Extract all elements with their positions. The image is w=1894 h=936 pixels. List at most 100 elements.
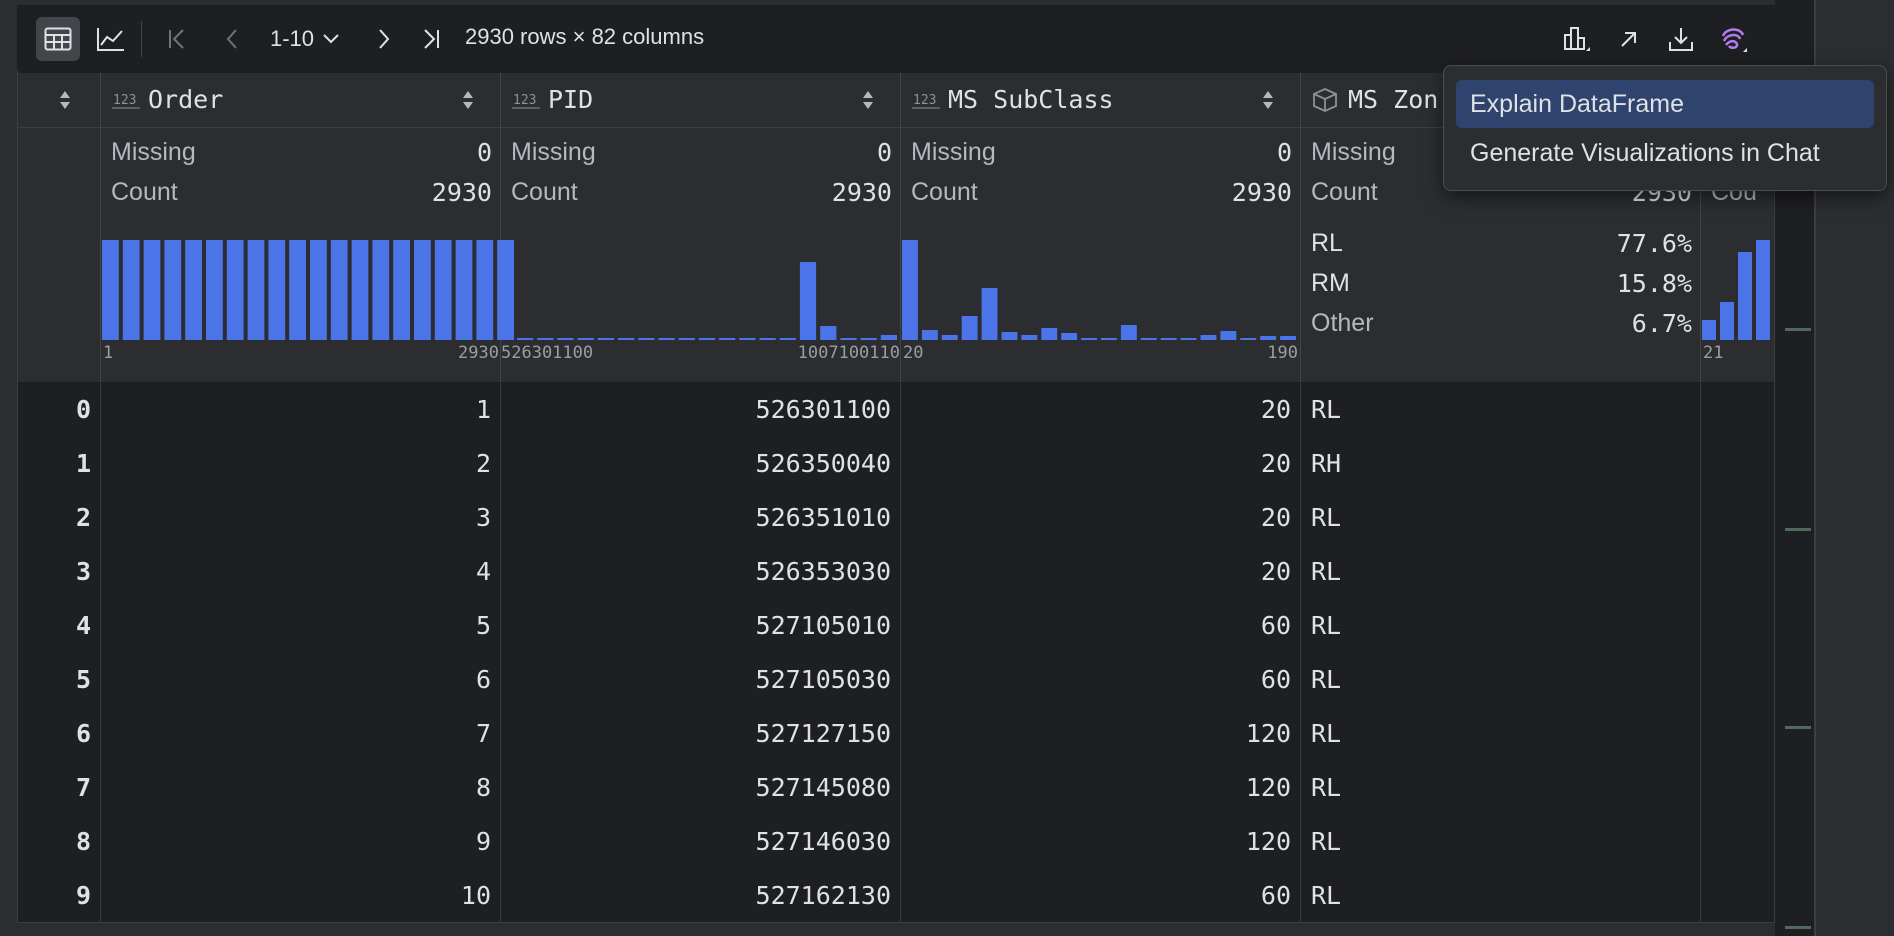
column-statistics-button[interactable] — [1557, 19, 1597, 59]
row-index[interactable]: 6 — [18, 707, 101, 761]
cell-pid[interactable]: 527145080 — [501, 761, 901, 815]
histogram-bar[interactable] — [880, 335, 897, 340]
histogram-bar[interactable] — [143, 240, 161, 340]
histogram-bar[interactable] — [1738, 252, 1752, 340]
cell-order[interactable]: 4 — [101, 545, 501, 599]
table-row[interactable]: 4 5 527105010 60 RL — [18, 599, 1774, 653]
cell-ms-subclass[interactable]: 20 — [901, 545, 1301, 599]
row-index[interactable]: 5 — [18, 653, 101, 707]
histogram-bar[interactable] — [739, 338, 756, 340]
histogram-bar[interactable] — [434, 240, 452, 340]
histogram-bar[interactable] — [860, 338, 877, 340]
histogram-bar[interactable] — [902, 240, 918, 340]
histogram-bar[interactable] — [557, 338, 574, 340]
cell-pid[interactable]: 527105010 — [501, 599, 901, 653]
histogram-bar[interactable] — [779, 338, 796, 340]
table-row[interactable]: 0 1 526301100 20 RL — [18, 383, 1774, 437]
next-page-button[interactable] — [367, 19, 401, 59]
cell-ms-subclass[interactable]: 120 — [901, 761, 1301, 815]
histogram-bar[interactable] — [102, 240, 119, 340]
index-header[interactable] — [18, 73, 101, 127]
histogram-bar[interactable] — [921, 330, 938, 340]
cell-order[interactable]: 2 — [101, 437, 501, 491]
histogram-bar[interactable] — [1061, 333, 1078, 340]
histogram-bar[interactable] — [698, 338, 716, 340]
cell-pid[interactable]: 526351010 — [501, 491, 901, 545]
cell-ms-zoning[interactable]: RL — [1301, 761, 1701, 815]
histogram-bar[interactable] — [1001, 332, 1018, 340]
cell-ms-zoning[interactable]: RH — [1301, 437, 1701, 491]
download-button[interactable] — [1661, 19, 1701, 59]
cell-order[interactable]: 5 — [101, 599, 501, 653]
histogram-bar[interactable] — [1200, 335, 1217, 340]
histogram-bar[interactable] — [597, 338, 614, 340]
histogram-bar[interactable] — [122, 240, 140, 340]
cell-pid[interactable]: 526301100 — [501, 383, 901, 437]
cell-ms-zoning[interactable]: RL — [1301, 707, 1701, 761]
histogram-bar[interactable] — [226, 240, 244, 340]
cell-order[interactable]: 10 — [101, 869, 501, 923]
cell-ms-zoning[interactable]: RL — [1301, 653, 1701, 707]
cell-pid[interactable]: 527162130 — [501, 869, 901, 923]
histogram-pid[interactable] — [517, 240, 901, 340]
row-index[interactable]: 3 — [18, 545, 101, 599]
histogram-bar[interactable] — [164, 240, 182, 340]
chart-view-button[interactable] — [89, 19, 133, 59]
histogram-bar[interactable] — [1702, 320, 1716, 340]
histogram-next[interactable] — [1702, 240, 1774, 340]
last-page-button[interactable] — [413, 19, 447, 59]
row-index[interactable]: 2 — [18, 491, 101, 545]
menu-item-explain-dataframe[interactable]: Explain DataFrame — [1456, 80, 1874, 128]
sort-icon[interactable] — [862, 90, 874, 110]
cell-pid[interactable]: 527146030 — [501, 815, 901, 869]
histogram-bar[interactable] — [310, 240, 327, 340]
row-index[interactable]: 9 — [18, 869, 101, 923]
cell-ms-subclass[interactable]: 20 — [901, 491, 1301, 545]
cell-ms-subclass[interactable]: 20 — [901, 437, 1301, 491]
table-view-button[interactable] — [36, 17, 80, 61]
column-header-order[interactable]: 123 Order — [101, 73, 501, 127]
histogram-bar[interactable] — [289, 240, 306, 340]
table-row[interactable]: 8 9 527146030 120 RL — [18, 815, 1774, 869]
cell-pid[interactable]: 526353030 — [501, 545, 901, 599]
histogram-bar[interactable] — [840, 338, 857, 340]
table-row[interactable]: 1 2 526350040 20 RH — [18, 437, 1774, 491]
cell-ms-subclass[interactable]: 60 — [901, 653, 1301, 707]
histogram-bar[interactable] — [981, 288, 998, 340]
column-header-pid[interactable]: 123 PID — [501, 73, 901, 127]
row-index[interactable]: 8 — [18, 815, 101, 869]
row-index[interactable]: 1 — [18, 437, 101, 491]
histogram-bar[interactable] — [330, 240, 348, 340]
cell-order[interactable]: 7 — [101, 707, 501, 761]
cell-pid[interactable]: 527105030 — [501, 653, 901, 707]
histogram-bar[interactable] — [1260, 336, 1277, 340]
histogram-bar[interactable] — [1120, 325, 1137, 340]
histogram-bar[interactable] — [1041, 328, 1058, 340]
table-row[interactable]: 6 7 527127150 120 RL — [18, 707, 1774, 761]
row-index[interactable]: 4 — [18, 599, 101, 653]
histogram-bar[interactable] — [517, 338, 534, 340]
histogram-bar[interactable] — [759, 338, 776, 340]
histogram-bar[interactable] — [372, 240, 390, 340]
table-row[interactable]: 3 4 526353030 20 RL — [18, 545, 1774, 599]
cell-ms-subclass[interactable]: 60 — [901, 599, 1301, 653]
histogram-bar[interactable] — [1160, 338, 1177, 340]
cell-order[interactable]: 8 — [101, 761, 501, 815]
histogram-bar[interactable] — [393, 240, 410, 340]
cell-ms-zoning[interactable]: RL — [1301, 869, 1701, 923]
histogram-bar[interactable] — [1220, 331, 1237, 340]
histogram-bar[interactable] — [618, 338, 635, 340]
cell-ms-zoning[interactable]: RL — [1301, 491, 1701, 545]
row-index[interactable]: 7 — [18, 761, 101, 815]
histogram-bar[interactable] — [455, 240, 473, 340]
cell-ms-subclass[interactable]: 60 — [901, 869, 1301, 923]
histogram-bar[interactable] — [1101, 338, 1117, 340]
cell-pid[interactable]: 526350040 — [501, 437, 901, 491]
histogram-bar[interactable] — [1081, 338, 1097, 340]
histogram-bar[interactable] — [351, 240, 369, 340]
histogram-bar[interactable] — [247, 240, 265, 340]
histogram-bar[interactable] — [941, 335, 958, 340]
histogram-bar[interactable] — [961, 316, 978, 340]
first-page-button[interactable] — [161, 19, 195, 59]
menu-item-generate-visualizations[interactable]: Generate Visualizations in Chat — [1456, 129, 1874, 177]
